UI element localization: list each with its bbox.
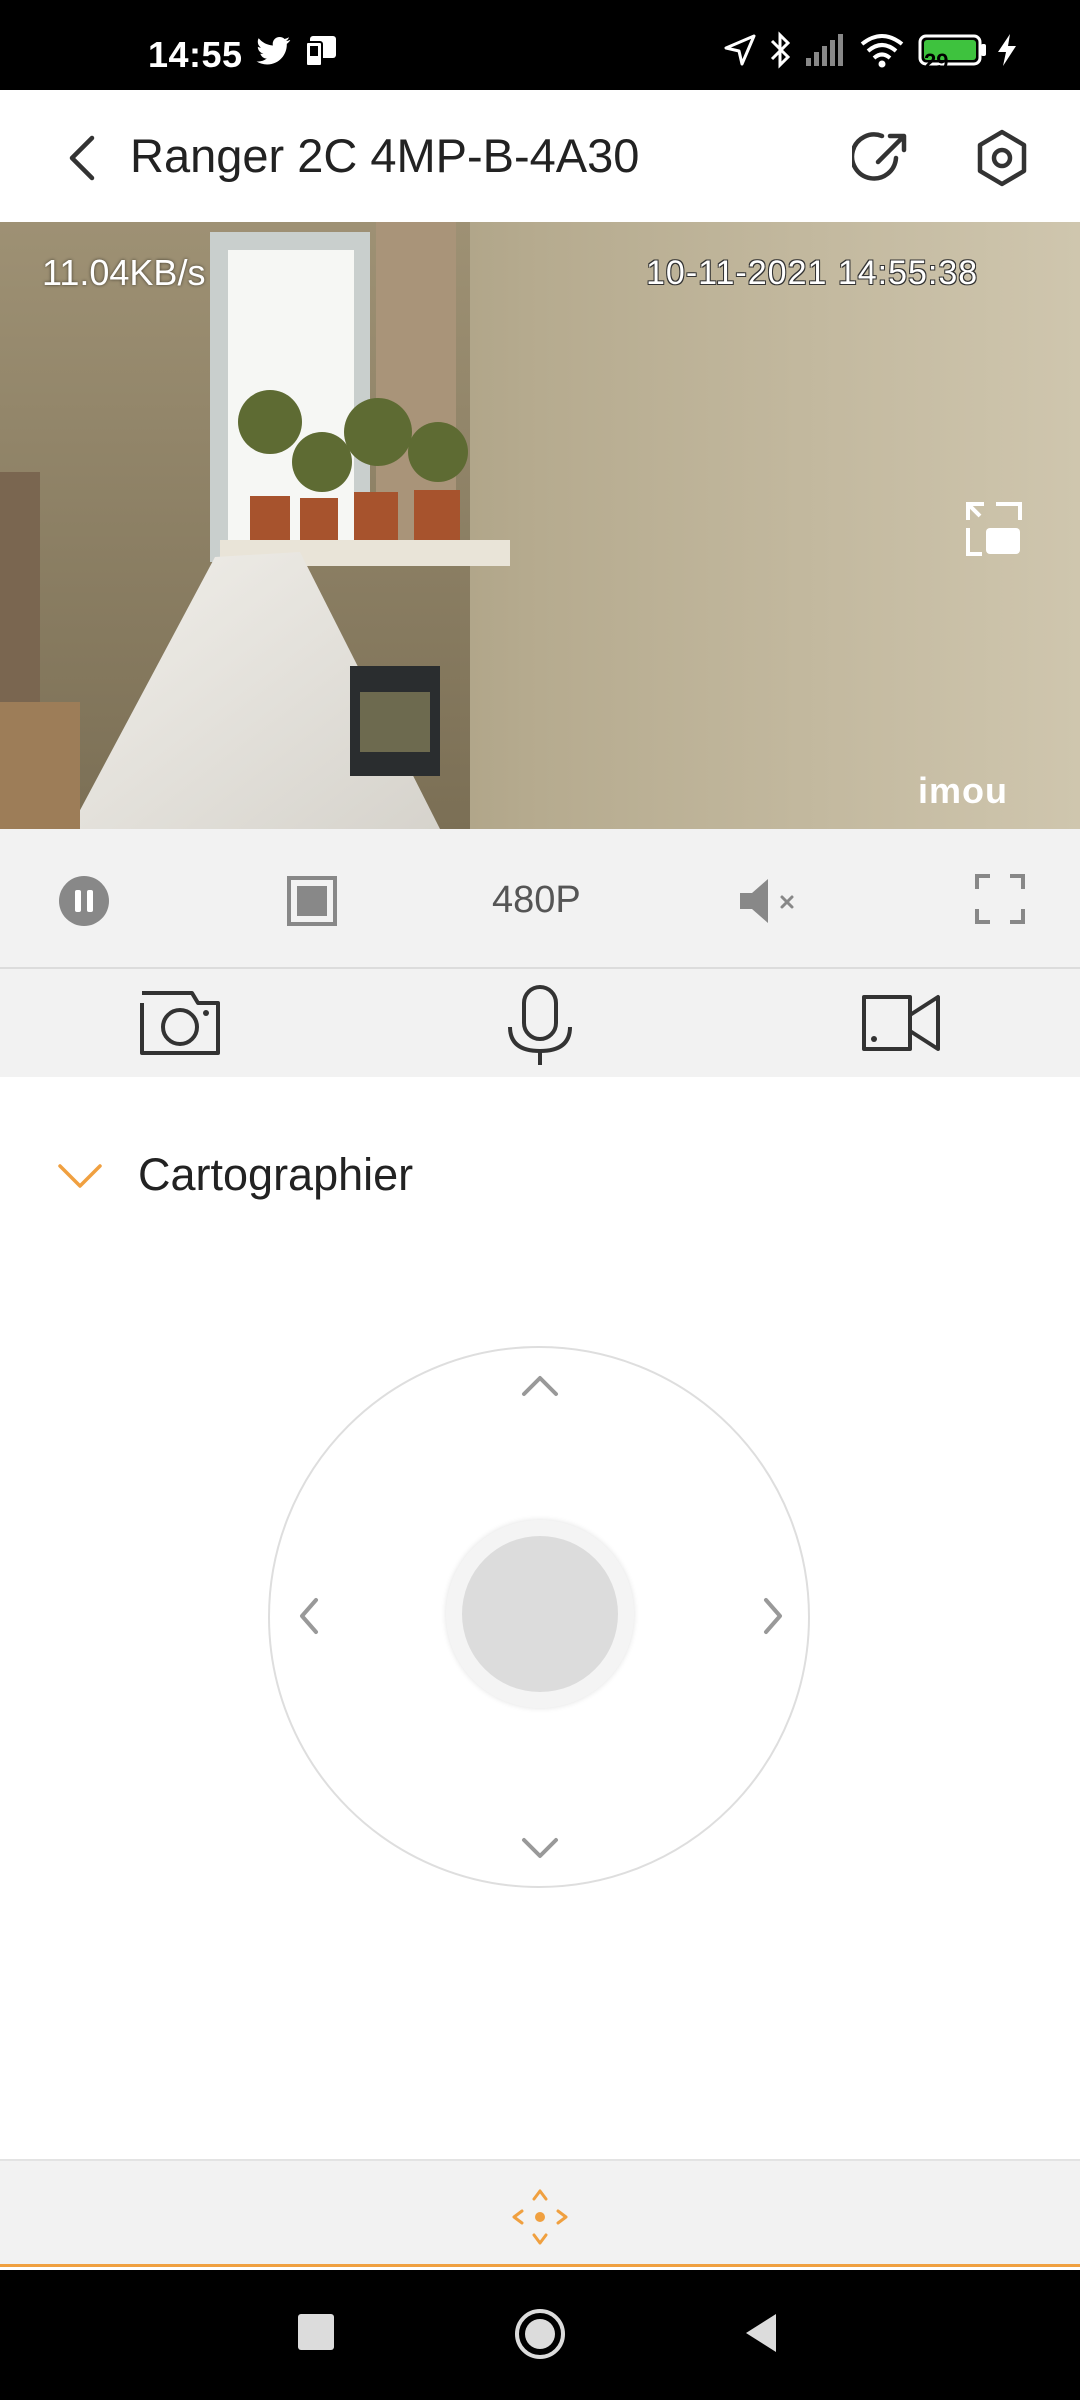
arrow-left-icon[interactable]	[286, 1592, 334, 1640]
header: Ranger 2C 4MP-B-4A30	[0, 90, 1080, 222]
ptz-control-icon[interactable]	[508, 2185, 572, 2249]
page-title: Ranger 2C 4MP-B-4A30	[130, 129, 640, 182]
back-nav-icon[interactable]	[740, 2310, 786, 2356]
live-video-feed[interactable]: 11.04KB/s 10-11-2021 14:55:38 imou	[0, 222, 1080, 829]
recent-apps-icon[interactable]	[298, 2314, 334, 2350]
app-notification-icon	[305, 36, 336, 67]
chevron-down-icon[interactable]	[56, 1152, 104, 1200]
navigation-bar	[0, 2270, 1080, 2400]
fullscreen-icon[interactable]	[974, 873, 1026, 925]
action-bar	[0, 969, 1080, 1077]
signal-icon	[806, 34, 843, 66]
battery-level: 29	[924, 49, 949, 74]
arrow-up-icon[interactable]	[516, 1362, 564, 1410]
section-title[interactable]: Cartographier	[138, 1149, 413, 1201]
rotate-screen-icon[interactable]	[962, 498, 1026, 562]
location-icon	[724, 34, 756, 66]
playback-controls: 480P	[0, 829, 1080, 969]
video-timestamp: 10-11-2021 14:55:38	[646, 254, 979, 292]
brand-watermark: imou	[918, 770, 1008, 811]
status-time: 14:55	[148, 34, 243, 75]
mute-icon[interactable]	[736, 871, 806, 931]
charging-icon	[998, 34, 1016, 66]
settings-icon[interactable]	[970, 126, 1034, 190]
arrow-right-icon[interactable]	[748, 1592, 796, 1640]
twitter-icon	[256, 37, 291, 65]
back-icon[interactable]	[56, 130, 112, 186]
share-icon[interactable]	[852, 128, 912, 188]
arrow-down-icon[interactable]	[516, 1824, 564, 1872]
bottom-tab-bar	[0, 2159, 1080, 2267]
video-record-icon[interactable]	[860, 991, 944, 1055]
home-icon[interactable]	[514, 2308, 566, 2360]
bitrate-label: 11.04KB/s	[42, 252, 206, 293]
camera-image	[0, 222, 1080, 829]
bluetooth-icon	[770, 31, 791, 69]
ptz-center-knob[interactable]	[462, 1536, 618, 1692]
microphone-icon[interactable]	[504, 983, 576, 1067]
quality-selector[interactable]: 480P	[492, 879, 581, 922]
stop-icon[interactable]	[286, 875, 338, 927]
status-bar: 14:55 29	[0, 0, 1080, 90]
camera-icon[interactable]	[138, 987, 222, 1059]
wifi-icon	[860, 34, 904, 68]
pause-icon[interactable]	[56, 873, 112, 929]
